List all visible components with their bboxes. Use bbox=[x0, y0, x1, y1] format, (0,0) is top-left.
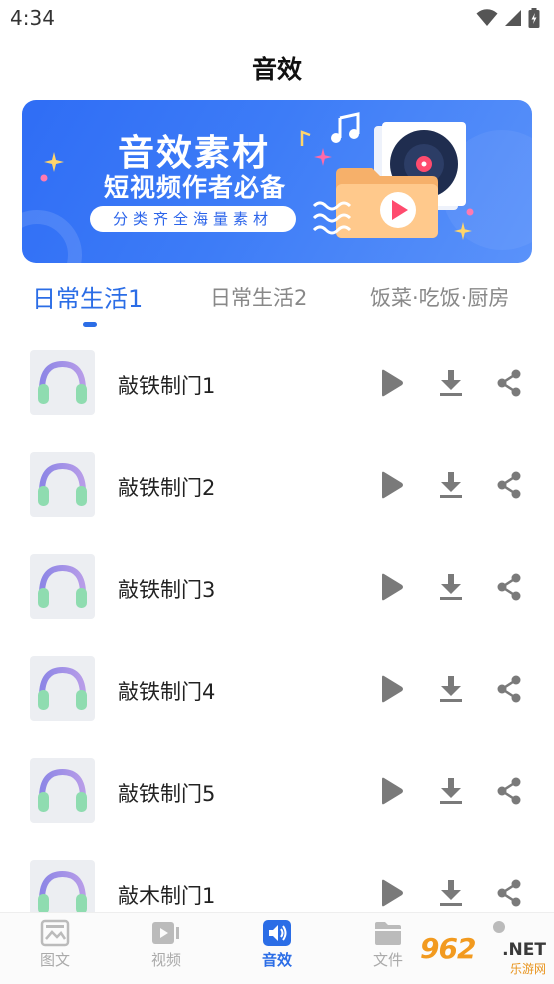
headphones-icon bbox=[38, 768, 87, 812]
watermark-sub: 乐游网 bbox=[509, 962, 546, 976]
nav-video[interactable]: 视频 bbox=[126, 919, 206, 970]
download-icon[interactable] bbox=[436, 470, 466, 500]
sound-name: 敲铁制门2 bbox=[118, 476, 216, 500]
download-icon[interactable] bbox=[436, 368, 466, 398]
tab-food-kitchen[interactable]: 饭菜·吃饭·厨房 bbox=[370, 282, 509, 312]
sound-wave-icon bbox=[312, 201, 352, 235]
nav-label: 音效 bbox=[261, 951, 292, 969]
sound-name: 敲铁制门3 bbox=[118, 578, 216, 602]
sound-thumbnail bbox=[30, 452, 95, 517]
tab-daily-life-2[interactable]: 日常生活2 bbox=[210, 282, 307, 312]
share-icon[interactable] bbox=[494, 470, 524, 500]
headphones-icon bbox=[38, 360, 87, 404]
headphones-icon bbox=[38, 666, 87, 710]
status-bar: 4:34 bbox=[0, 0, 554, 36]
sparkle-icon bbox=[454, 222, 472, 240]
download-icon[interactable] bbox=[436, 572, 466, 602]
sound-name: 敲铁制门5 bbox=[118, 782, 216, 806]
share-icon[interactable] bbox=[494, 368, 524, 398]
sparkle-icon bbox=[44, 152, 64, 172]
play-icon[interactable] bbox=[376, 470, 406, 500]
list-item[interactable]: 敲铁制门5 bbox=[0, 740, 554, 842]
share-icon[interactable] bbox=[494, 878, 524, 908]
watermark-brand: 962 bbox=[420, 932, 476, 965]
music-note-icon bbox=[300, 130, 311, 146]
nav-image-text[interactable]: 图文 bbox=[15, 919, 95, 970]
share-icon[interactable] bbox=[494, 674, 524, 704]
status-time: 4:34 bbox=[10, 6, 55, 30]
nav-sound-effects[interactable]: 音效 bbox=[237, 919, 317, 970]
sound-name: 敲木制门1 bbox=[118, 884, 216, 908]
tab-indicator bbox=[83, 322, 97, 327]
sparkle-icon bbox=[40, 174, 48, 182]
sparkle-icon bbox=[314, 148, 332, 166]
sound-thumbnail bbox=[30, 350, 95, 415]
play-icon[interactable] bbox=[376, 572, 406, 602]
list-item[interactable]: 敲铁制门2 bbox=[0, 434, 554, 536]
sound-name: 敲铁制门4 bbox=[118, 680, 216, 704]
signal-icon bbox=[505, 10, 521, 26]
status-icons bbox=[476, 8, 540, 28]
list-item[interactable]: 敲铁制门3 bbox=[0, 536, 554, 638]
watermark-logo: 962 .NET 乐游网 bbox=[414, 930, 550, 980]
speaker-icon bbox=[263, 920, 291, 946]
download-icon[interactable] bbox=[436, 776, 466, 806]
folder-icon bbox=[375, 922, 401, 945]
sound-name: 敲铁制门1 bbox=[118, 374, 216, 398]
download-icon[interactable] bbox=[436, 674, 466, 704]
download-icon[interactable] bbox=[436, 878, 466, 908]
play-icon[interactable] bbox=[376, 878, 406, 908]
promo-banner[interactable]: 音效素材 短视频作者必备 分类齐全海量素材 bbox=[22, 100, 532, 263]
nav-label: 视频 bbox=[150, 951, 181, 969]
share-icon[interactable] bbox=[494, 776, 524, 806]
battery-icon bbox=[528, 8, 540, 28]
watermark-suffix: .NET bbox=[502, 940, 546, 960]
image-text-icon bbox=[40, 919, 70, 947]
banner-decor-circle bbox=[22, 210, 82, 263]
wifi-icon bbox=[476, 9, 498, 26]
nav-label: 图文 bbox=[39, 951, 70, 969]
list-item[interactable]: 敲铁制门1 bbox=[0, 332, 554, 434]
play-icon[interactable] bbox=[376, 368, 406, 398]
play-icon[interactable] bbox=[376, 674, 406, 704]
share-icon[interactable] bbox=[494, 572, 524, 602]
tab-daily-life-1[interactable]: 日常生活1 bbox=[32, 279, 143, 314]
sound-thumbnail bbox=[30, 758, 95, 823]
video-icon bbox=[152, 922, 179, 944]
category-tabs: 日常生活1 日常生活2 饭菜·吃饭·厨房 bbox=[0, 282, 554, 332]
headphones-icon bbox=[38, 462, 87, 506]
sound-thumbnail bbox=[30, 656, 95, 721]
sparkle-icon bbox=[466, 208, 474, 216]
music-note-icon bbox=[331, 112, 360, 143]
play-icon[interactable] bbox=[376, 776, 406, 806]
list-item[interactable]: 敲铁制门4 bbox=[0, 638, 554, 740]
banner-subtitle: 短视频作者必备 bbox=[104, 173, 287, 202]
banner-pill: 分类齐全海量素材 bbox=[90, 206, 296, 232]
sound-thumbnail bbox=[30, 554, 95, 619]
headphones-icon bbox=[38, 564, 87, 608]
page-title: 音效 bbox=[251, 55, 302, 84]
